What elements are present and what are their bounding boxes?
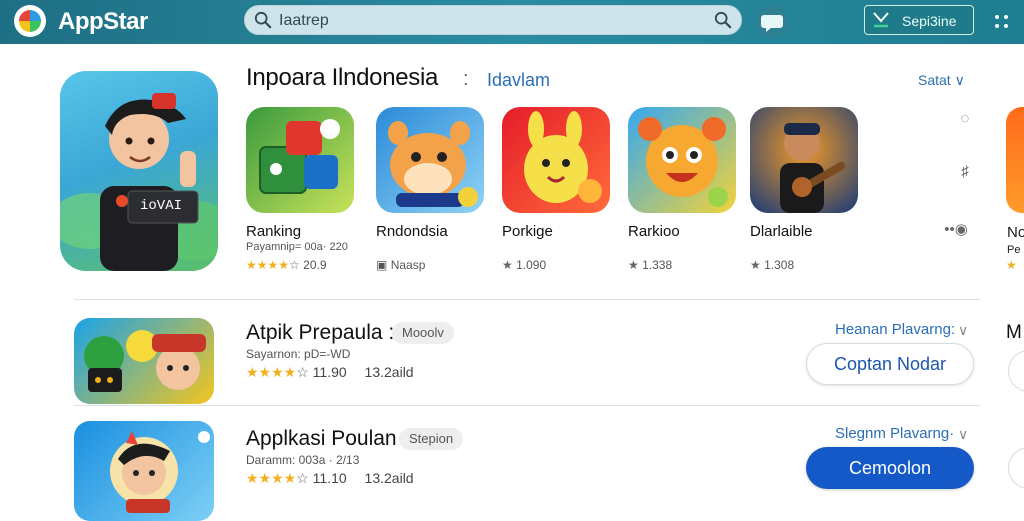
list-app-subtitle: Daramm: 003a · 2/13 (246, 453, 360, 467)
app-name-partial: No (1007, 224, 1024, 241)
app-rating: ★ 1.090 (502, 258, 546, 272)
category-badge: Mooolv (392, 322, 454, 344)
star-rating-icon: ★★★★ (246, 258, 290, 272)
app-rating: ★★★★☆ 20.9 (246, 258, 327, 272)
play-store-icon (873, 12, 889, 28)
bear-character-icon (638, 117, 728, 207)
app-name: Rndondsia (376, 223, 448, 240)
blocks-game-icon (259, 119, 340, 194)
star-icon: ★ (750, 258, 761, 272)
partial-button[interactable] (1008, 350, 1024, 392)
see-all-label: Satat (918, 72, 951, 88)
star-rating-icon: ★★★★ (246, 364, 297, 380)
chevron-down-icon[interactable]: ∨ (958, 322, 968, 339)
apps-grid-icon[interactable] (992, 11, 1014, 33)
app-tile-image (750, 107, 858, 213)
hamster-character-icon (388, 121, 478, 207)
camera-icon: ▣ (376, 258, 388, 272)
install-button[interactable]: Coptan Nodar (806, 343, 974, 385)
see-all-link[interactable]: Satat ∨ (918, 72, 965, 89)
list-app-icon-1[interactable] (74, 318, 214, 404)
category-badge: Stepion (399, 428, 464, 450)
app-subtitle-partial: Pe (1007, 244, 1021, 256)
app-rating: ★ 1.338 (628, 258, 672, 272)
app-name: Dlarlaible (750, 223, 813, 240)
rating-value: 11.10 (312, 470, 347, 486)
section-title: Inpoara Ilndonesia (246, 64, 439, 91)
app-rating-value: 20.9 (303, 258, 327, 272)
install-button[interactable]: Cemoolon (806, 447, 974, 489)
app-name: Ranking (246, 223, 302, 240)
share-icon[interactable]: ♯ (956, 163, 974, 181)
list-app-rating: ★★★★☆ 11.90 13.2aild (246, 364, 414, 381)
app-card-partial[interactable] (1006, 107, 1024, 213)
app-tile-image (628, 107, 736, 213)
rating-value: 11.90 (312, 364, 347, 380)
app-size: 13.2aild (364, 364, 414, 380)
yellow-creature-icon (524, 111, 602, 203)
featured-app-icon[interactable]: ioVAI (60, 71, 218, 271)
app-rating-value: 1.308 (764, 258, 795, 272)
logo-icon (19, 10, 41, 32)
list-app-icon-2[interactable] (74, 421, 214, 521)
hero-shirt-text: ioVAI (140, 198, 183, 214)
star-icon: ★ (502, 258, 513, 272)
section-subtitle-link[interactable]: Idavlam (487, 70, 550, 91)
app-name: Porkige (502, 223, 553, 240)
app-rating-value: 1.338 (642, 258, 673, 272)
row-divider (74, 405, 980, 406)
search-icon (254, 11, 272, 29)
more-options-icon[interactable]: ••◉ (938, 220, 974, 238)
search-input[interactable]: Iaatrep (279, 12, 329, 30)
app-size: 13.2aild (364, 470, 414, 486)
guitarist-character-icon (780, 123, 846, 213)
chat-bubble-icon (761, 15, 783, 32)
list-app-meta-link[interactable]: Slegnm Plavarng· (835, 425, 954, 442)
app-subtitle: Payamnip= 00a· 220 (246, 241, 348, 253)
search-submit-icon[interactable] (714, 11, 732, 29)
row-partial-letter: M (1006, 322, 1022, 343)
app-tile-image (502, 107, 610, 213)
sign-in-button[interactable]: Sepi3ine (864, 5, 974, 35)
app-rating: ★ 1.308 (750, 258, 794, 272)
top-bar: AppStar Iaatrep Sepi3ine (0, 0, 1024, 44)
star-rating-icon: ★★★★ (246, 470, 297, 486)
app-name: Rarkioo (628, 223, 680, 240)
app-logo[interactable] (14, 5, 46, 37)
star-icon: ★ (628, 258, 639, 272)
app-card-4[interactable]: Rarkioo ★ 1.338 (628, 107, 738, 272)
app-rating-value: Naasp (390, 258, 426, 272)
star-icon: ★ (1006, 258, 1017, 272)
duo-character-icon (84, 330, 206, 392)
app-card-1[interactable]: Ranking Payamnip= 00a· 220 ★★★★☆ 20.9 (246, 107, 356, 272)
partial-button[interactable] (1008, 447, 1024, 489)
chevron-down-icon[interactable]: ∨ (958, 426, 968, 443)
refresh-icon[interactable]: ◌ (956, 110, 974, 128)
star-empty-icon: ☆ (289, 258, 300, 272)
list-app-rating: ★★★★☆ 11.10 13.2aild (246, 470, 414, 487)
app-rating: ▣ Naasp (376, 258, 425, 272)
chat-button[interactable] (756, 5, 788, 37)
section-separator: : (463, 68, 469, 90)
list-app-title[interactable]: Atpik Prepaula : (246, 321, 394, 345)
search-bar[interactable]: Iaatrep (244, 5, 742, 35)
list-app-meta-link[interactable]: Heanan Plavarng: (835, 321, 955, 338)
app-card-5[interactable]: Dlarlaible ★ 1.308 (750, 107, 860, 272)
star-empty-icon: ☆ (296, 470, 309, 486)
list-app-subtitle: Sayarnon: pD=-WD (246, 347, 351, 361)
app-tile-image (376, 107, 484, 213)
star-empty-icon: ☆ (296, 364, 309, 380)
app-tile-image (246, 107, 354, 213)
sign-in-label: Sepi3ine (902, 13, 957, 29)
app-rating-value: 1.090 (516, 258, 547, 272)
list-app-title[interactable]: Applkasi Poulan : (246, 427, 408, 451)
brand-name: AppStar (58, 8, 148, 35)
app-card-2[interactable]: Rndondsia ▣ Naasp (376, 107, 486, 272)
app-card-3[interactable]: Porkige ★ 1.090 (502, 107, 612, 272)
chevron-down-icon: ∨ (954, 72, 965, 88)
avatar-character-icon (60, 93, 218, 271)
section-divider (74, 299, 980, 300)
boy-character-icon (110, 431, 210, 513)
